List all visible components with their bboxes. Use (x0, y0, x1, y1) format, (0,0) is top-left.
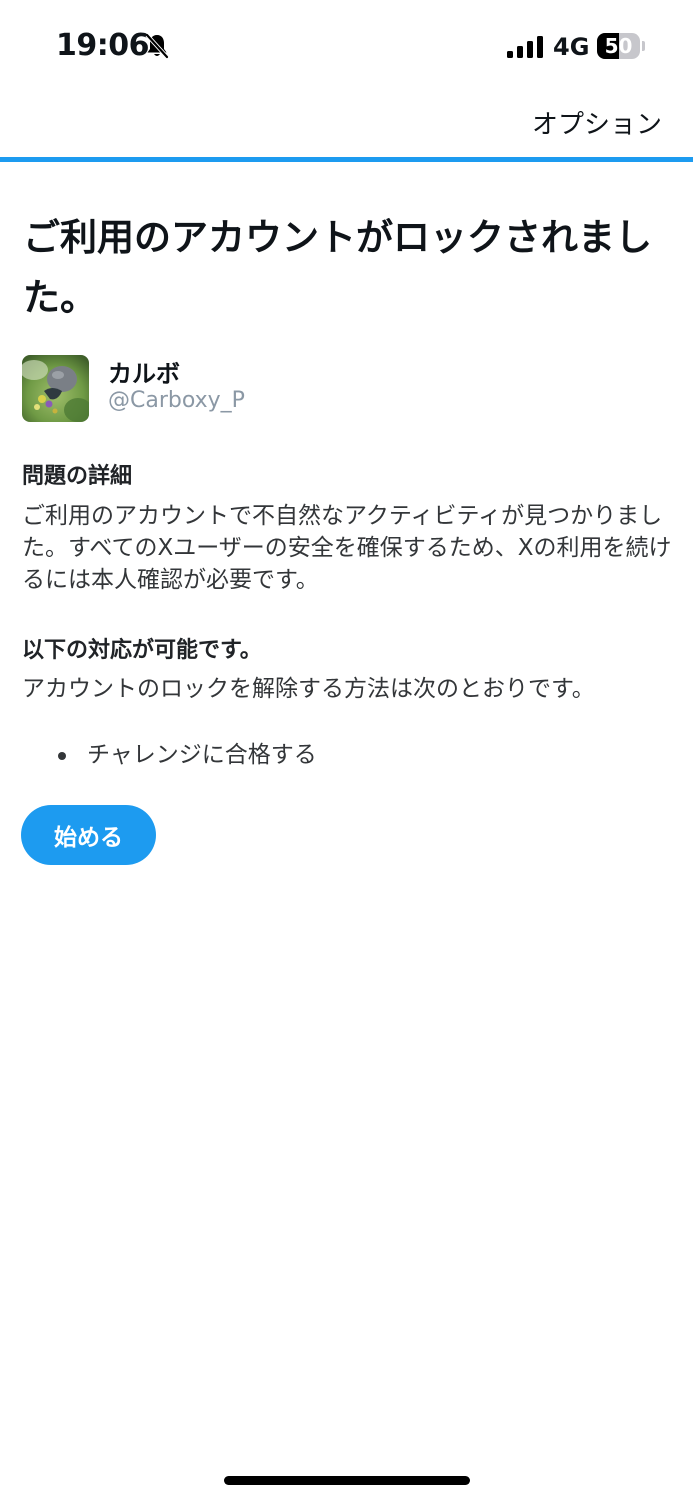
battery-level: 50 (604, 34, 633, 58)
actions-heading: 以下の対応が可能です。 (22, 638, 262, 663)
avatar (22, 355, 89, 422)
status-time: 19:06 (56, 28, 150, 63)
network-type: 4G (553, 33, 590, 61)
page-title: ご利用のアカウントがロックされました。 (23, 216, 652, 319)
bell-slash-icon (145, 33, 169, 59)
home-indicator[interactable] (224, 1476, 470, 1485)
status-bar: 19:06 4G 50 (0, 0, 693, 92)
options-button[interactable]: オプション (532, 104, 662, 141)
start-button[interactable]: 始める (21, 805, 156, 865)
header-divider (0, 157, 693, 162)
bullet-icon (58, 752, 66, 760)
signal-icon (507, 36, 543, 58)
unlock-options-list: チャレンジに合格する (22, 740, 317, 770)
actions-body: アカウントのロックを解除する方法は次のとおりです。 (22, 676, 595, 702)
details-heading: 問題の詳細 (22, 464, 133, 489)
battery-icon: 50 (597, 33, 645, 59)
display-name: カルボ (108, 360, 180, 388)
list-item: チャレンジに合格する (22, 740, 317, 770)
details-body: ご利用のアカウントで不自然なアクティビティが見つかりました。すべてのXユーザーの… (22, 503, 672, 593)
list-item-label: チャレンジに合格する (87, 742, 317, 768)
account-handle: @Carboxy_P (108, 388, 245, 413)
